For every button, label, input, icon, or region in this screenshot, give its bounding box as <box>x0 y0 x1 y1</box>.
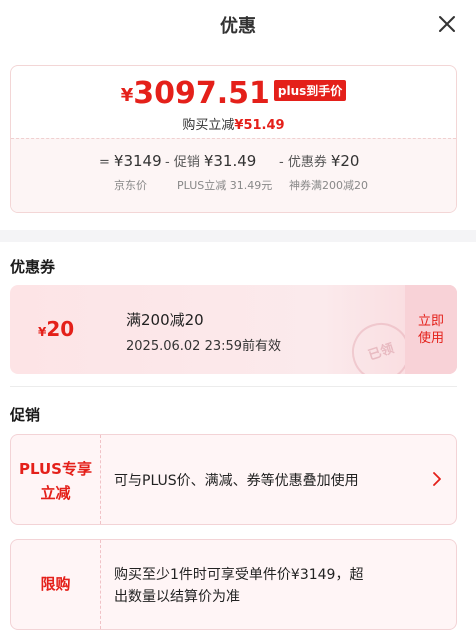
breakdown-row: = ¥3149 京东价 - 促销 ¥31.49 PLUS立减 31.49元 - 优惠… <box>11 151 456 192</box>
breakdown-operator: = <box>99 155 110 170</box>
section-separator <box>0 230 476 242</box>
use-now-label-line2: 使用 <box>417 331 444 346</box>
divider <box>10 386 457 387</box>
coupon-condition: 满200减20 <box>126 311 204 329</box>
final-price-area: ¥3097.51 plus到手价 购买立减¥51.49 <box>11 66 456 138</box>
savings-label: 购买立减 <box>182 118 235 133</box>
promotion-description-line: 出数量以结算价为准 <box>114 589 240 605</box>
coupon-value: 20 <box>46 317 75 341</box>
coupons-section-title: 优惠券 <box>10 258 56 276</box>
final-price-value: 3097.51 <box>133 76 270 111</box>
total-savings: 购买立减¥51.49 <box>11 114 456 133</box>
promotions-section-title: 促销 <box>10 406 41 424</box>
breakdown-item-promotion: - 促销 ¥31.49 PLUS立减 31.49元 <box>165 151 272 192</box>
use-now-button[interactable]: 立即 使用 <box>405 285 457 374</box>
breakdown-label: 神券满200减20 <box>289 179 368 192</box>
breakdown-label: PLUS立减 31.49元 <box>177 179 273 192</box>
promotion-tag-line: PLUS专享 <box>18 460 92 478</box>
promotion-tag-line: 立减 <box>40 484 71 502</box>
promotion-description-line: 购买至少1件时可享受单件价¥3149，超 <box>114 567 364 583</box>
promotion-item-plus[interactable]: PLUS专享 立减 可与PLUS价、满减、券等优惠叠加使用 <box>10 434 457 525</box>
breakdown-value: ¥31.49 <box>203 152 257 170</box>
promotion-description: 可与PLUS价、满减、券等优惠叠加使用 <box>114 473 359 489</box>
breakdown-item-coupon: - 优惠券 ¥20 神券满200减20 <box>279 151 368 192</box>
breakdown-operator: - 优惠券 <box>279 155 327 170</box>
breakdown-operator: - 促销 <box>165 155 200 170</box>
final-price: ¥3097.51 plus到手价 <box>11 76 456 111</box>
promotion-item-limit: 限购 购买至少1件时可享受单件价¥3149，超 出数量以结算价为准 <box>10 539 457 630</box>
header: 优惠 <box>0 0 476 48</box>
price-summary-card: ¥3097.51 plus到手价 购买立减¥51.49 = ¥3149 京东价 - … <box>10 65 457 213</box>
breakdown-label: 京东价 <box>114 179 147 192</box>
coupon-expiry: 2025.06.02 23:59前有效 <box>126 339 282 354</box>
price-breakdown: = ¥3149 京东价 - 促销 ¥31.49 PLUS立减 31.49元 - 优惠… <box>11 138 456 212</box>
promotion-description: 购买至少1件时可享受单件价¥3149，超 出数量以结算价为准 <box>114 564 363 608</box>
use-now-label-line1: 立即 <box>417 314 444 329</box>
claimed-stamp-text: 已领 <box>366 341 396 364</box>
promotion-tag: PLUS专享 立减 <box>11 435 101 524</box>
page-title: 优惠 <box>220 16 256 37</box>
breakdown-value: ¥20 <box>330 152 360 170</box>
currency-symbol: ¥ <box>120 85 134 106</box>
coupon-amount: ¥20 <box>38 317 74 341</box>
breakdown-value: ¥3149 <box>113 152 162 170</box>
promotion-tag: 限购 <box>11 540 101 629</box>
coupon-card[interactable]: ¥20 满200减20 2025.06.02 23:59前有效 已领 立即 使用 <box>10 285 457 374</box>
chevron-right-icon[interactable] <box>432 472 442 486</box>
plus-price-badge: plus到手价 <box>273 80 347 101</box>
breakdown-item-jd-price: = ¥3149 京东价 <box>99 151 162 192</box>
close-icon[interactable] <box>436 13 458 35</box>
savings-amount: ¥51.49 <box>234 118 285 133</box>
